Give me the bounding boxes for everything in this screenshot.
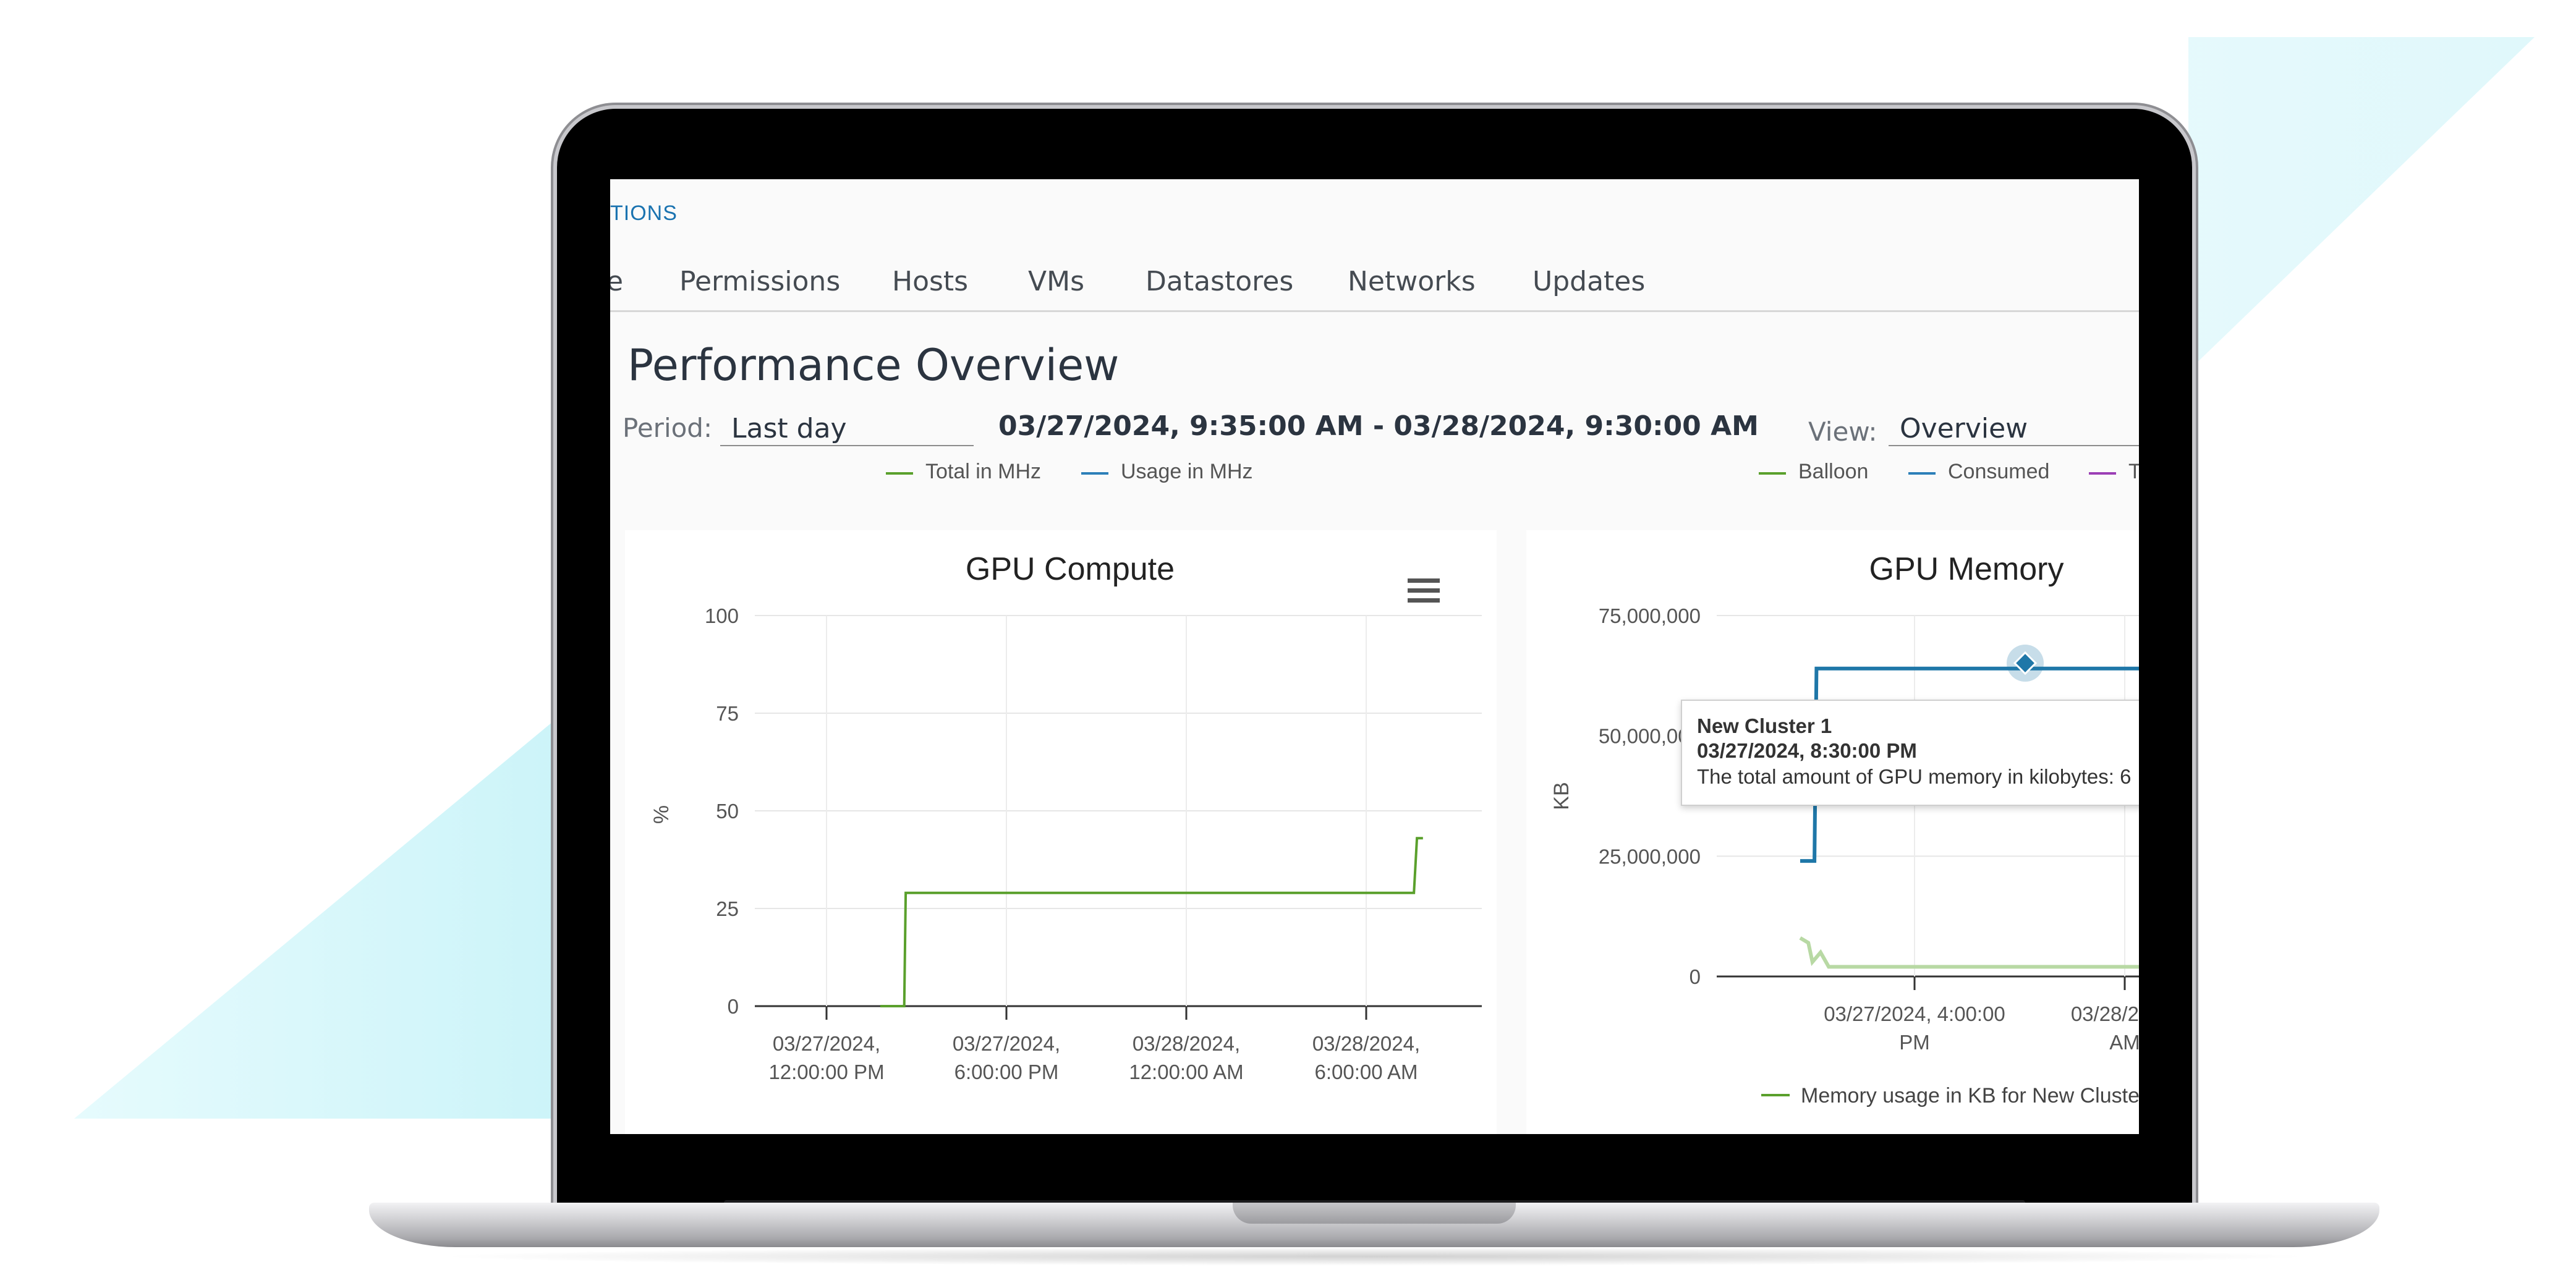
legend-label: Consumed [1948,460,2050,483]
legend-label: T [2128,460,2139,483]
chart-title: GPU Compute [966,551,1175,587]
series-line[interactable] [880,837,1423,1007]
legend-swatch [1081,472,1108,475]
y-axis-label: KB [1550,782,1573,810]
tooltip-text: The total amount of GPU memory in kiloby… [1697,765,2132,788]
tooltip-title: New Cluster 1 [1697,714,1832,737]
y-tick-label: 75,000,000 [1599,604,1701,627]
tab-hosts[interactable]: Hosts [892,266,968,297]
tooltip-time: 03/27/2024, 8:30:00 PM [1697,739,1917,762]
gpu-compute-panel: GPU Compute 0 25 50 75 100 03/27/2024, 12:00:… [625,530,1497,1134]
gpu-memory-chart: GPU Memory 025,000,00050,000,00075,000,0… [1550,551,2139,1107]
legend-swatch [1759,472,1786,475]
x-tick-label: 03/28/2024, [1312,1032,1420,1055]
legend-swatch [1908,472,1936,475]
x-tick-label: 03/28/2024, [2071,1002,2139,1025]
y-tick-label: 25 [716,897,739,920]
legend-swatch [2089,472,2116,475]
tab-bar: e Permissions Hosts VMs Datastores Netwo… [610,266,2139,312]
laptop-shadow [433,1247,2318,1266]
chart-legend[interactable]: Memory usage in KB for New Cluste [1761,1084,2139,1107]
x-tick-label: 03/27/2024, 4:00:00 [1824,1002,2005,1025]
tab-networks[interactable]: Networks [1348,266,1476,297]
legend-label: Total in MHz [925,460,1042,483]
x-tick-label: 03/28/2024, [1133,1032,1240,1055]
view-select-value: Overview [1900,413,2028,444]
screen: TIONS e Permissions Hosts VMs Datastores… [610,179,2139,1134]
gpu-compute-chart: GPU Compute 0 25 50 75 100 03/27/2024, 12:00:… [650,551,1482,1083]
x-tick-label: 12:00:00 PM [768,1061,884,1083]
period-select[interactable]: Last day [720,409,974,446]
y-axis-label: % [650,805,673,824]
hamburger-menu-icon[interactable] [1408,578,1440,603]
legend-swatch [886,472,913,475]
chart-title: GPU Memory [1869,551,2064,587]
breadcrumb[interactable]: TIONS [610,201,678,226]
laptop-notch [1233,1203,1516,1224]
page-title: Performance Overview [627,340,1120,391]
time-range: 03/27/2024, 9:35:00 AM - 03/28/2024, 9:3… [998,410,1759,442]
x-tick-label: PM [1899,1031,1930,1054]
y-tick-label: 25,000,000 [1599,845,1701,868]
chart-tooltip: New Cluster 1 03/27/2024, 8:30:00 PM The… [1681,700,2139,806]
y-tick-label: 0 [728,995,739,1018]
y-tick-label: 0 [1690,965,1701,988]
legend-label: Usage in MHz [1121,460,1253,483]
tab-permissions[interactable]: Permissions [679,266,840,297]
tab-vms[interactable]: VMs [1028,266,1084,297]
view-label: View: [1808,417,1877,447]
x-tick-label: 03/27/2024, [953,1032,1060,1055]
y-tick-label: 100 [705,604,739,627]
x-tick-label: 6:00:00 PM [954,1061,1059,1083]
x-tick-label: 12:00:00 AM [1129,1061,1243,1083]
series-line[interactable] [1799,936,2139,969]
view-select[interactable]: Overview [1889,409,2139,446]
tab-updates[interactable]: Updates [1532,266,1645,297]
laptop-base [369,1203,2379,1247]
tab-datastores[interactable]: Datastores [1146,266,1293,297]
tab-summary[interactable]: e [610,266,623,297]
hover-marker[interactable] [2007,645,2044,682]
y-tick-label: 50 [716,800,739,823]
x-tick-label: 6:00:00 AM [1315,1061,1418,1083]
x-tick-label: 03/27/2024, [773,1032,880,1055]
period-select-value: Last day [731,413,847,444]
laptop-lid: TIONS e Permissions Hosts VMs Datastores… [557,109,2192,1215]
legend-label: Balloon [1798,460,1869,483]
period-label: Period: [623,413,713,443]
y-tick-label: 75 [716,702,739,725]
x-tick-label: AM [2109,1031,2139,1054]
legend-label: Memory usage in KB for New Cluste [1801,1084,2139,1107]
gpu-memory-panel: GPU Memory 0 25,000,000 50,000,000 75,000,0… [1526,530,2139,1134]
